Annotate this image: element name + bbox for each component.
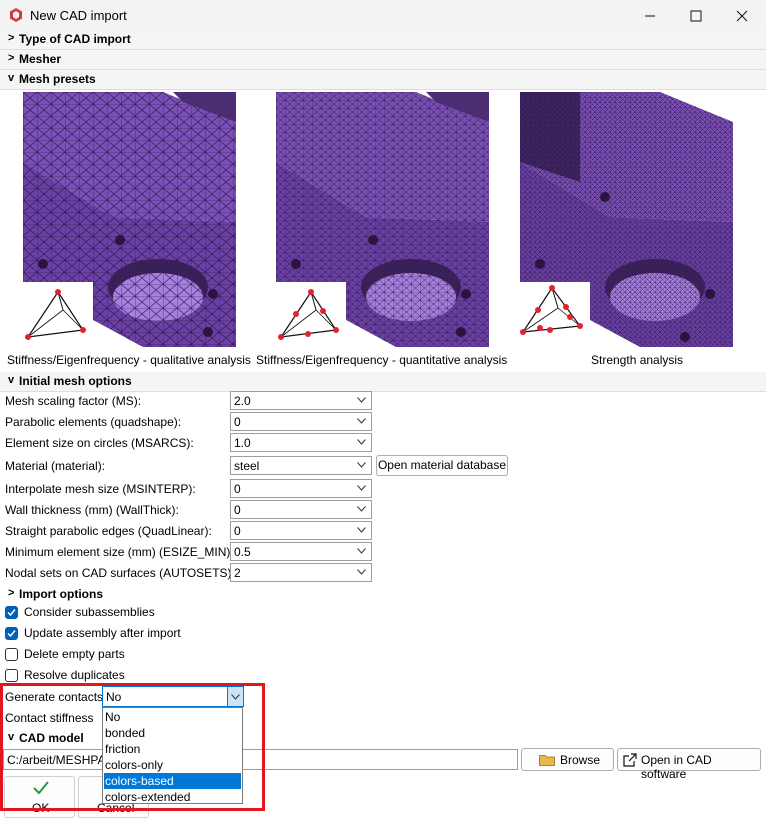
- minimum-element-size-combo[interactable]: 0.5: [230, 542, 372, 561]
- resolve-duplicates-label[interactable]: Resolve duplicates: [24, 668, 125, 682]
- minimum-element-size-label: Minimum element size (mm) (ESIZE_MIN):: [5, 545, 234, 559]
- nodal-sets-combo[interactable]: 2: [230, 563, 372, 582]
- browse-button[interactable]: Browse: [521, 748, 614, 771]
- check-icon: [7, 630, 16, 638]
- preset-qualitative-image[interactable]: [23, 92, 236, 347]
- highlight-annotation-box: [0, 683, 265, 811]
- close-icon: [736, 10, 748, 22]
- mesh-preview-qualitative: [23, 92, 236, 347]
- resolve-duplicates-checkbox[interactable]: [5, 669, 18, 682]
- chevron-down-icon: [357, 569, 366, 575]
- section-mesher[interactable]: > Mesher: [0, 50, 766, 70]
- close-button[interactable]: [719, 0, 765, 32]
- update-assembly-label[interactable]: Update assembly after import: [24, 626, 181, 640]
- chevron-down-icon: [357, 506, 366, 512]
- chevron-down-icon: [357, 439, 366, 445]
- delete-empty-parts-label[interactable]: Delete empty parts: [24, 647, 125, 661]
- material-label: Material (material):: [5, 459, 106, 473]
- consider-subassemblies-label[interactable]: Consider subassemblies: [24, 605, 155, 619]
- mesh-scaling-combo[interactable]: 2.0: [230, 391, 372, 410]
- chevron-icon: >: [8, 587, 15, 599]
- window-title: New CAD import: [30, 8, 127, 23]
- preset-quantitative-image[interactable]: [276, 92, 489, 347]
- section-label: Initial mesh options: [19, 374, 132, 388]
- app-logo-icon: [10, 8, 22, 22]
- chevron-down-icon: [357, 485, 366, 491]
- title-bar: New CAD import: [0, 0, 766, 32]
- preset-caption-quantitative: Stiffness/Eigenfrequency - quantitative …: [256, 353, 508, 367]
- preset-caption-strength: Strength analysis: [591, 353, 684, 367]
- open-in-cad-software-button[interactable]: Open in CAD software: [617, 748, 761, 781]
- consider-subassemblies-checkbox[interactable]: [5, 606, 18, 619]
- section-label: Type of CAD import: [19, 32, 131, 46]
- interpolate-mesh-size-combo[interactable]: 0: [230, 479, 372, 498]
- straight-parabolic-edges-label: Straight parabolic edges (QuadLinear):: [5, 524, 212, 538]
- chevron-icon: v: [8, 72, 15, 84]
- section-initial-mesh-options[interactable]: v Initial mesh options: [0, 372, 766, 392]
- nodal-sets-label: Nodal sets on CAD surfaces (AUTOSETS):: [5, 566, 235, 580]
- minimize-icon: [645, 15, 655, 17]
- external-link-icon: [623, 753, 637, 767]
- element-size-circles-label: Element size on circles (MSARCS):: [5, 436, 194, 450]
- section-type-of-cad-import[interactable]: > Type of CAD import: [0, 30, 766, 50]
- mesh-preview-quantitative: [276, 92, 489, 347]
- section-label: Import options: [19, 587, 103, 601]
- chevron-down-icon: [357, 527, 366, 533]
- wall-thickness-combo[interactable]: 0: [230, 500, 372, 519]
- chevron-down-icon: [357, 397, 366, 403]
- section-label: Mesh presets: [19, 72, 96, 86]
- preset-strength-image[interactable]: [520, 92, 733, 347]
- parabolic-elements-combo[interactable]: 0: [230, 412, 372, 431]
- preset-caption-qualitative: Stiffness/Eigenfrequency - qualitative a…: [7, 353, 251, 367]
- mesh-scaling-label: Mesh scaling factor (MS):: [5, 394, 142, 408]
- delete-empty-parts-checkbox[interactable]: [5, 648, 18, 661]
- interpolate-mesh-size-label: Interpolate mesh size (MSINTERP):: [5, 482, 196, 496]
- straight-parabolic-edges-combo[interactable]: 0: [230, 521, 372, 540]
- maximize-icon: [690, 10, 702, 22]
- parabolic-elements-label: Parabolic elements (quadshape):: [5, 415, 182, 429]
- chevron-icon: >: [8, 32, 15, 44]
- material-combo[interactable]: steel: [230, 456, 372, 475]
- section-label: Mesher: [19, 52, 62, 66]
- minimize-button[interactable]: [627, 0, 673, 32]
- section-import-options[interactable]: > Import options: [0, 585, 766, 604]
- element-size-circles-combo[interactable]: 1.0: [230, 433, 372, 452]
- open-material-database-button[interactable]: Open material database: [376, 455, 508, 476]
- chevron-icon: >: [8, 52, 15, 64]
- maximize-button[interactable]: [673, 0, 719, 32]
- mesh-preview-strength: [520, 92, 733, 347]
- wall-thickness-label: Wall thickness (mm) (WallThick):: [5, 503, 179, 517]
- chevron-icon: v: [8, 374, 15, 386]
- chevron-down-icon: [357, 418, 366, 424]
- update-assembly-checkbox[interactable]: [5, 627, 18, 640]
- chevron-down-icon: [357, 548, 366, 554]
- chevron-down-icon: [357, 462, 366, 468]
- section-mesh-presets[interactable]: v Mesh presets: [0, 70, 766, 90]
- check-icon: [7, 609, 16, 617]
- folder-icon: [539, 755, 555, 766]
